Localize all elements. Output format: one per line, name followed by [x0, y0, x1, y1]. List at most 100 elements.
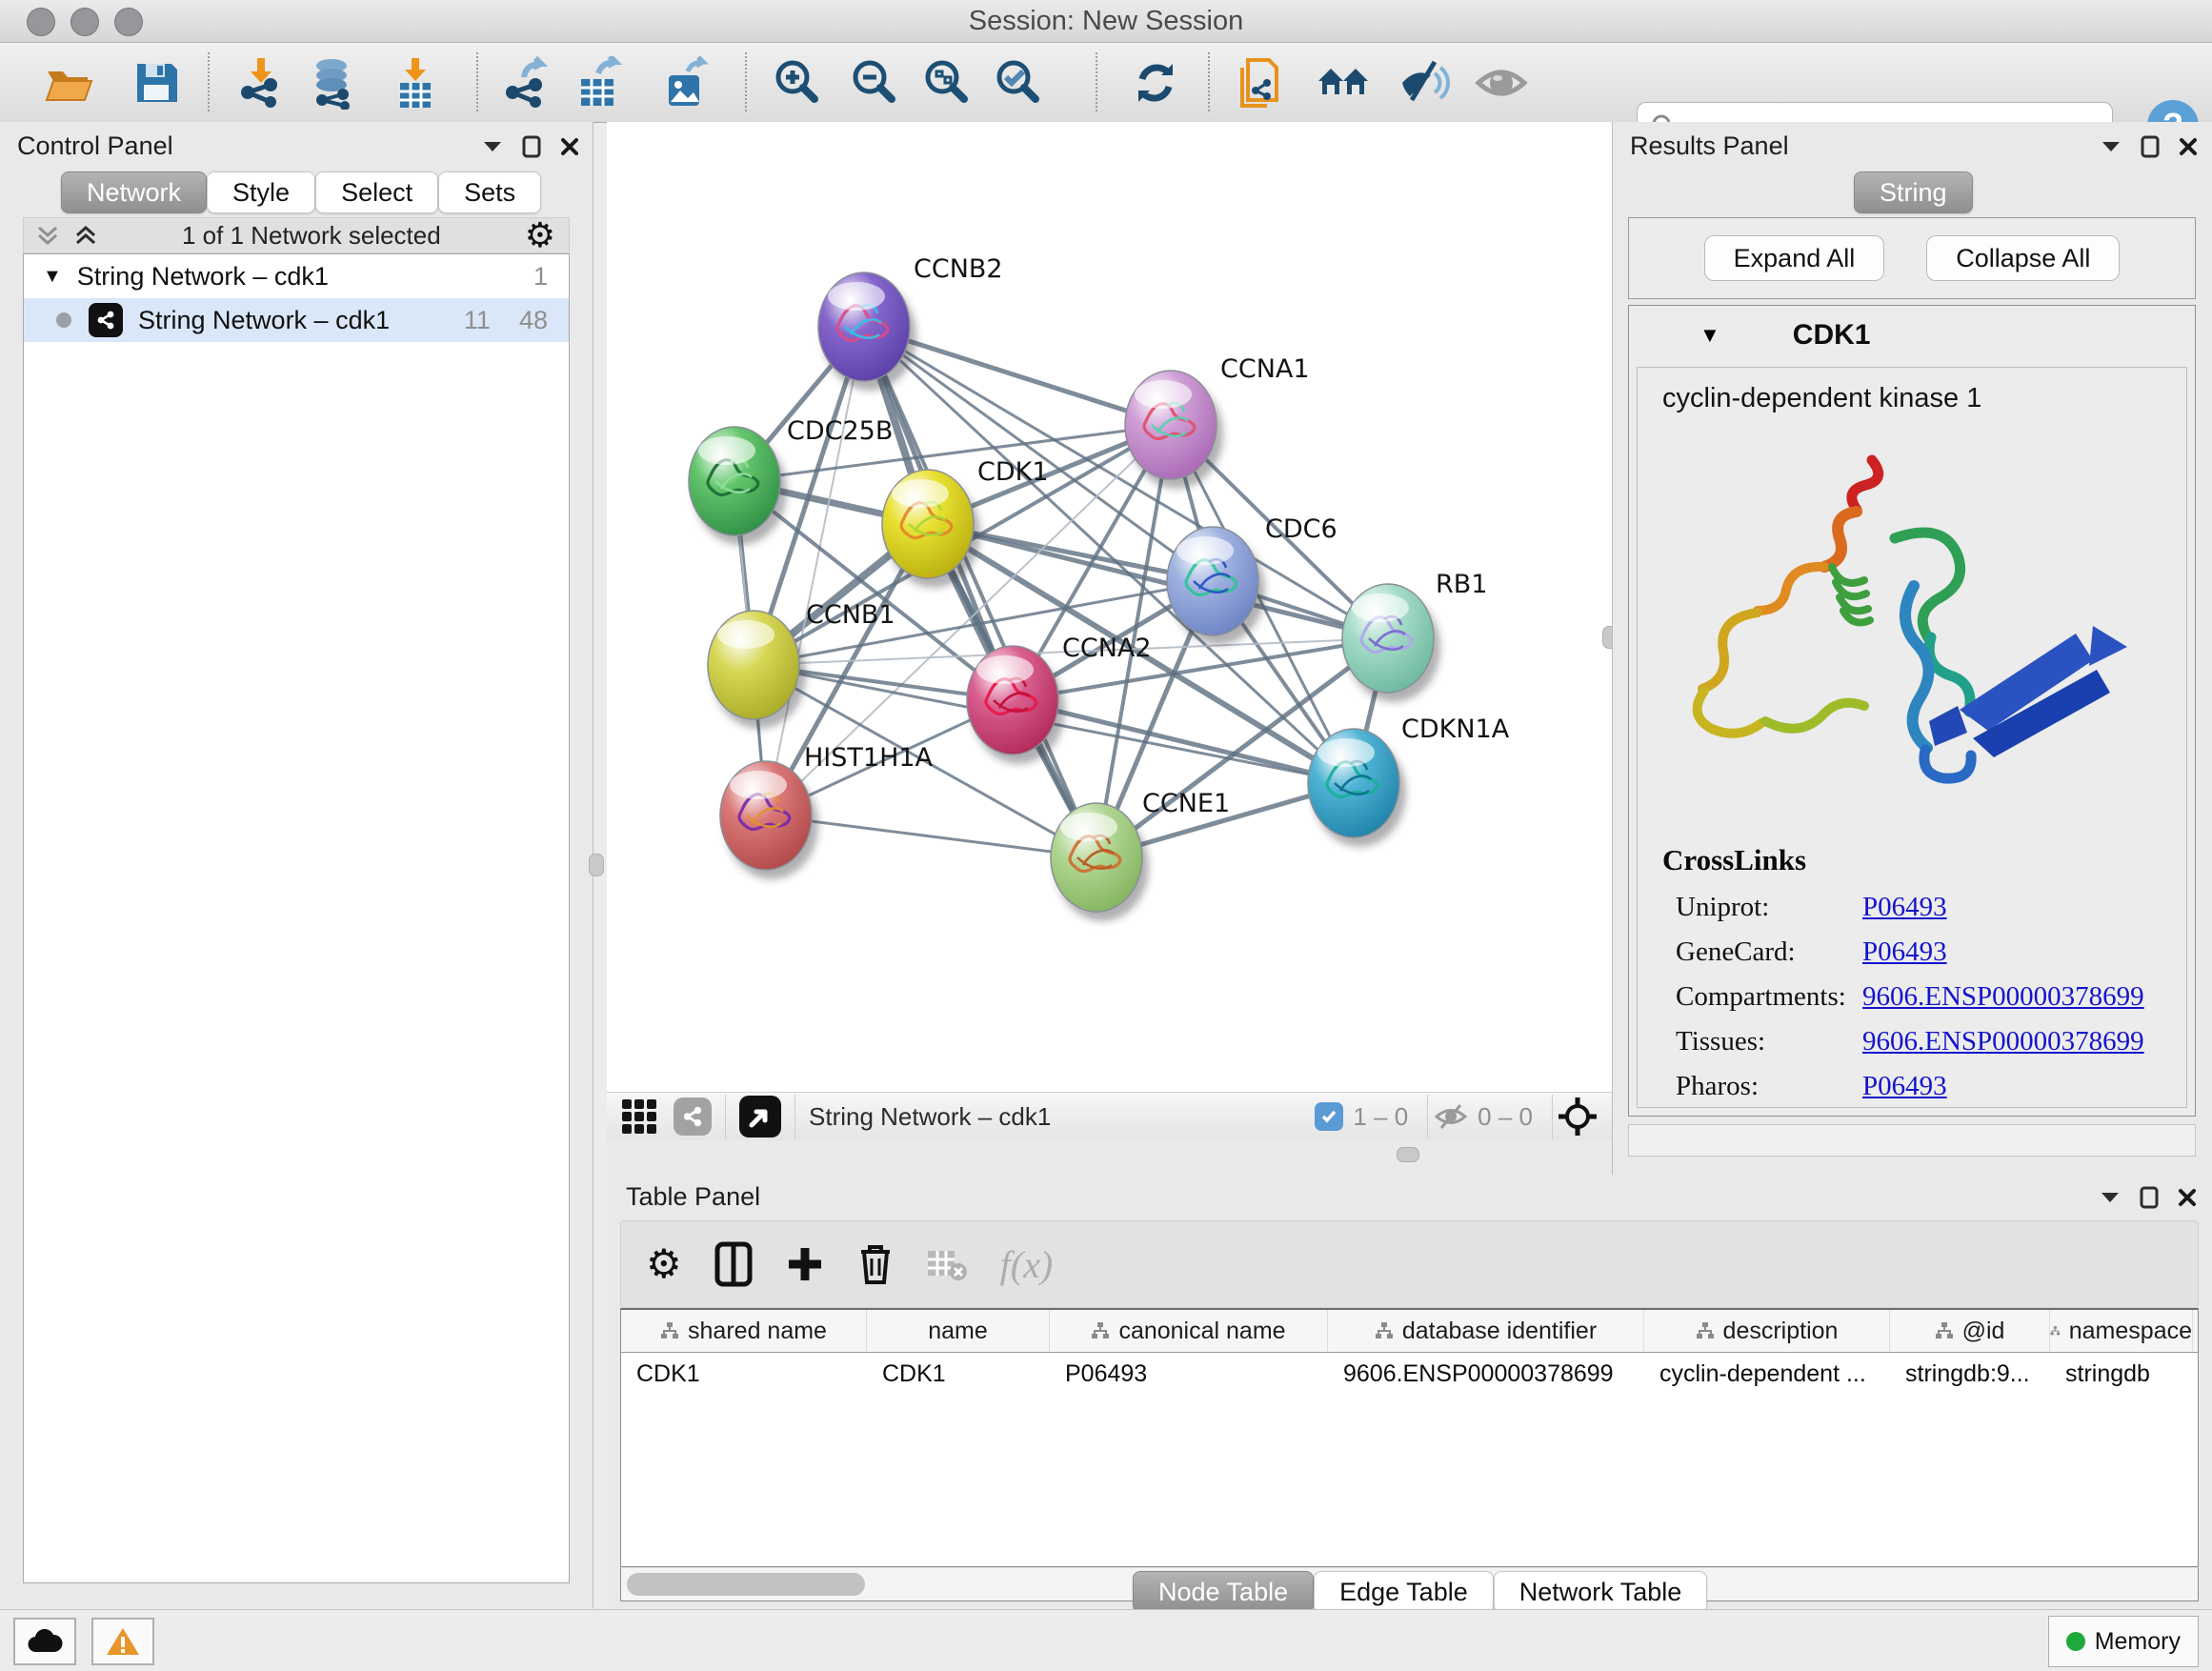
tab-node-table[interactable]: Node Table	[1133, 1571, 1314, 1613]
column-header-label: description	[1723, 1318, 1839, 1345]
string-network-graph[interactable]: CCNB2CCNA1CDC25BCDK1CDC6RB1CCNB1CCNA2CDK…	[607, 122, 1612, 1092]
crosslink-link[interactable]: 9606.ENSP00000378699	[1862, 981, 2144, 1013]
tab-select[interactable]: Select	[315, 171, 438, 213]
table-cell[interactable]: cyclin-dependent ...	[1644, 1353, 1890, 1395]
column-type-icon	[1091, 1321, 1110, 1340]
collapse-all-icon[interactable]	[35, 223, 60, 248]
import-network-icon[interactable]	[234, 56, 288, 110]
panel-menu-icon[interactable]	[2101, 140, 2122, 153]
node-label-ccnb2: CCNB2	[914, 254, 1003, 284]
crosslink-link[interactable]: P06493	[1862, 1071, 1947, 1102]
tab-network[interactable]: Network	[61, 171, 207, 213]
column-header-name[interactable]: name	[867, 1310, 1050, 1352]
hide-graphics-details-icon[interactable]	[1398, 56, 1452, 110]
add-column-icon[interactable]	[785, 1244, 825, 1284]
table-cell[interactable]: 9606.ENSP00000378699	[1328, 1353, 1644, 1395]
open-session-icon[interactable]	[42, 56, 95, 110]
panel-float-icon[interactable]	[2140, 1186, 2159, 1209]
string-import-icon[interactable]	[1235, 56, 1288, 110]
collection-count: 1	[533, 262, 548, 292]
export-image-icon[interactable]	[659, 56, 713, 110]
left-splitter-handle[interactable]	[589, 854, 604, 876]
bottom-splitter-handle[interactable]	[1397, 1147, 1419, 1162]
zoom-selected-icon[interactable]	[991, 56, 1044, 110]
column-header--id[interactable]: @id	[1890, 1310, 2050, 1352]
table-cell[interactable]: stringdb	[2050, 1353, 2193, 1395]
network-node-cdc6[interactable]: CDC6	[1167, 514, 1337, 645]
export-network-icon[interactable]	[499, 56, 553, 110]
network-options-gear-icon[interactable]: ⚙	[525, 218, 555, 252]
cloud-sync-button[interactable]	[13, 1618, 76, 1665]
memory-button[interactable]: Memory	[2048, 1616, 2199, 1667]
panel-close-icon[interactable]	[2179, 137, 2198, 156]
table-cell[interactable]: CDK1	[621, 1353, 867, 1395]
network-node-rb1[interactable]: RB1	[1342, 570, 1487, 702]
results-panel-footer	[1628, 1124, 2196, 1157]
expand-all-icon[interactable]	[73, 223, 98, 248]
refresh-icon[interactable]	[1129, 56, 1182, 110]
collapse-entry-icon[interactable]: ▼	[1699, 323, 1720, 348]
open-in-window-icon[interactable]	[739, 1096, 781, 1137]
window-title: Session: New Session	[0, 6, 2212, 37]
panel-close-icon[interactable]	[560, 137, 579, 156]
column-header-canonical-name[interactable]: canonical name	[1050, 1310, 1328, 1352]
column-header-description[interactable]: description	[1644, 1310, 1890, 1352]
column-header-namespace[interactable]: namespace	[2050, 1310, 2193, 1352]
string-style-icon[interactable]	[674, 1097, 712, 1136]
network-collection-row[interactable]: ▼ String Network – cdk1 1	[24, 254, 569, 298]
zoom-fit-icon[interactable]	[919, 56, 973, 110]
crosslink-row: Uniprot:P06493	[1638, 885, 2186, 930]
collection-expand-icon[interactable]: ▼	[43, 266, 62, 288]
birds-eye-view-icon[interactable]	[620, 1097, 658, 1136]
table-cell[interactable]: CDK1	[867, 1353, 1050, 1395]
crosslink-link[interactable]: P06493	[1862, 892, 1947, 923]
node-details-header[interactable]: ▼ CDK1	[1629, 306, 2195, 365]
tab-network-table[interactable]: Network Table	[1494, 1571, 1708, 1613]
save-session-icon[interactable]	[130, 56, 183, 110]
node-table-row[interactable]: CDK1CDK1P064939606.ENSP00000378699cyclin…	[621, 1353, 2198, 1395]
network-edge[interactable]	[864, 327, 1096, 857]
import-table-icon[interactable]	[389, 56, 442, 110]
zoom-in-icon[interactable]	[770, 56, 823, 110]
crosslink-link[interactable]: P06493	[1862, 936, 1947, 968]
selected-checkbox-icon[interactable]	[1315, 1102, 1343, 1131]
panel-float-icon[interactable]	[522, 135, 541, 158]
crosslink-link[interactable]: 9606.ENSP00000378699	[1862, 1026, 2144, 1057]
network-node-cdkn1a[interactable]: CDKN1A	[1308, 715, 1510, 847]
tab-edge-table[interactable]: Edge Table	[1314, 1571, 1494, 1613]
node-label-cdk1: CDK1	[977, 457, 1049, 487]
home-networks-icon[interactable]	[1317, 56, 1370, 110]
import-network-from-database-icon[interactable]	[307, 56, 360, 110]
panel-close-icon[interactable]	[2178, 1188, 2197, 1207]
node-label-cdc25b: CDC25B	[787, 416, 893, 446]
show-columns-icon[interactable]	[714, 1241, 753, 1287]
collapse-all-button[interactable]: Collapse All	[1926, 235, 2120, 281]
column-header-database-identifier[interactable]: database identifier	[1328, 1310, 1644, 1352]
network-node-ccnb1[interactable]: CCNB1	[708, 600, 895, 729]
table-cell[interactable]: P06493	[1050, 1353, 1328, 1395]
network-row-selected[interactable]: String Network – cdk1 11 48	[24, 298, 569, 342]
network-view-canvas[interactable]: CCNB2CCNA1CDC25BCDK1CDC6RB1CCNB1CCNA2CDK…	[607, 122, 1612, 1092]
fit-selected-crosshair-icon[interactable]	[1557, 1096, 1599, 1137]
show-graphics-details-icon[interactable]	[1475, 56, 1528, 110]
tab-sets[interactable]: Sets	[438, 171, 541, 213]
tab-string-results[interactable]: String	[1854, 171, 1973, 213]
column-header-label: name	[928, 1318, 988, 1345]
expand-all-button[interactable]: Expand All	[1704, 235, 1885, 281]
tab-style[interactable]: Style	[207, 171, 315, 213]
table-options-gear-icon[interactable]: ⚙	[646, 1244, 682, 1284]
hidden-eye-icon[interactable]	[1434, 1102, 1468, 1131]
panel-float-icon[interactable]	[2141, 135, 2160, 158]
column-header-shared-name[interactable]: shared name	[621, 1310, 867, 1352]
delete-column-icon[interactable]	[857, 1242, 894, 1286]
panel-menu-icon[interactable]	[482, 140, 503, 153]
node-table[interactable]: shared name name canonical namedatabase id…	[620, 1308, 2199, 1567]
warnings-button[interactable]	[91, 1618, 154, 1665]
table-cell[interactable]: stringdb:9...	[1890, 1353, 2050, 1395]
network-node-hist1h1a[interactable]: HIST1H1A	[720, 743, 934, 879]
panel-menu-icon[interactable]	[2100, 1191, 2121, 1204]
scrollbar-thumb[interactable]	[627, 1573, 865, 1596]
export-table-icon[interactable]	[572, 56, 625, 110]
zoom-out-icon[interactable]	[847, 56, 900, 110]
network-node-ccne1[interactable]: CCNE1	[1051, 789, 1230, 921]
